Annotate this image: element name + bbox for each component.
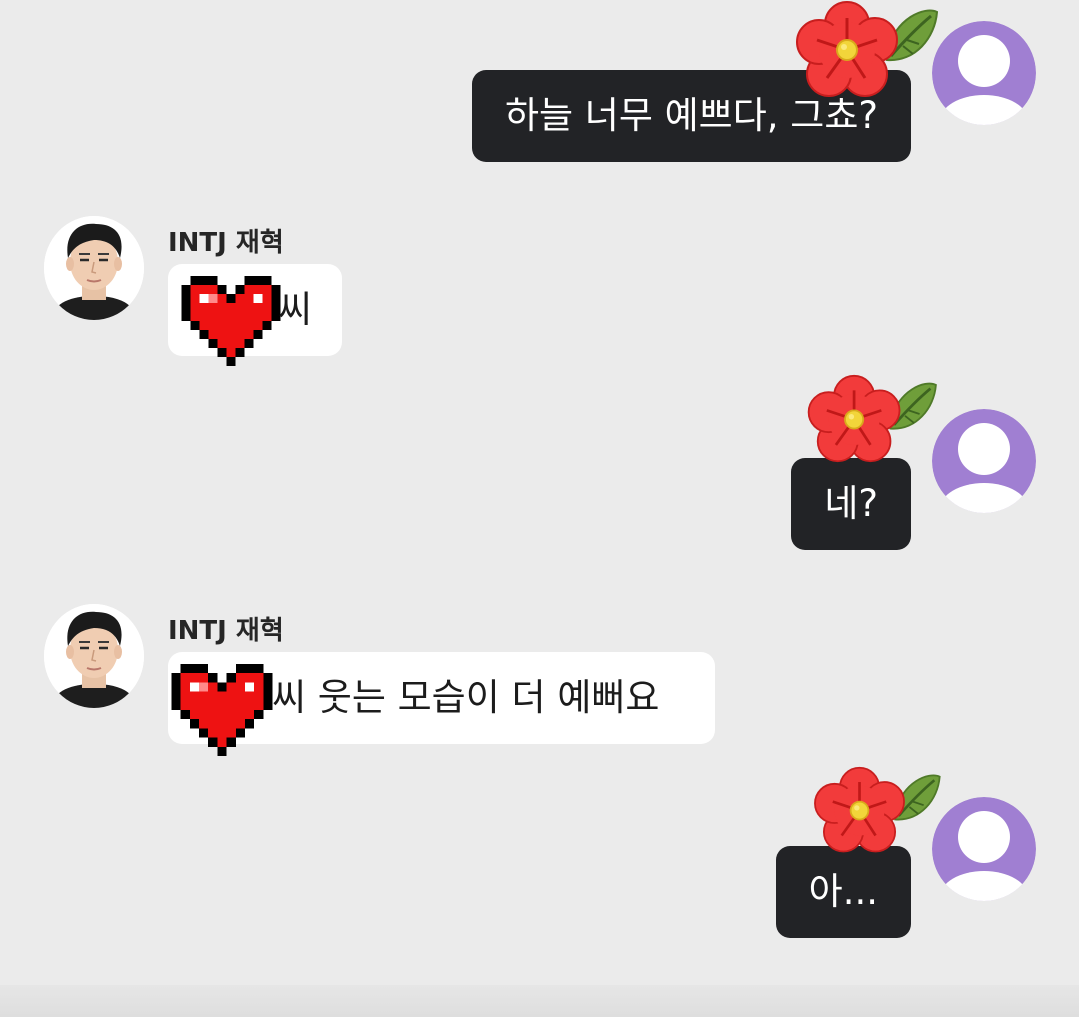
- user-avatar-icon[interactable]: [932, 797, 1036, 901]
- sender-name: INTJ 재혁: [168, 616, 284, 646]
- sender-avatar[interactable]: [44, 604, 144, 708]
- received-message-bubble[interactable]: 씨 웃는 모습이 더 예뻐요: [168, 652, 715, 744]
- message-text: 씨: [278, 288, 313, 331]
- sender-avatar[interactable]: [44, 216, 144, 320]
- received-message-bubble[interactable]: 씨: [168, 264, 342, 356]
- user-avatar-icon[interactable]: [932, 21, 1036, 125]
- sender-name: INTJ 재혁: [168, 228, 284, 258]
- user-avatar-icon[interactable]: [932, 409, 1036, 513]
- message-text: 씨 웃는 모습이 더 예뻐요: [272, 676, 660, 719]
- flower-sticker-icon: [795, 0, 945, 110]
- bottom-bar: [0, 985, 1079, 1017]
- pixel-heart-icon: [181, 276, 281, 366]
- pixel-heart-icon: [170, 664, 274, 756]
- flower-sticker-icon: [805, 374, 945, 474]
- message-text: 네?: [824, 482, 878, 525]
- flower-sticker-icon: [812, 766, 948, 864]
- message-text: 아...: [808, 870, 878, 913]
